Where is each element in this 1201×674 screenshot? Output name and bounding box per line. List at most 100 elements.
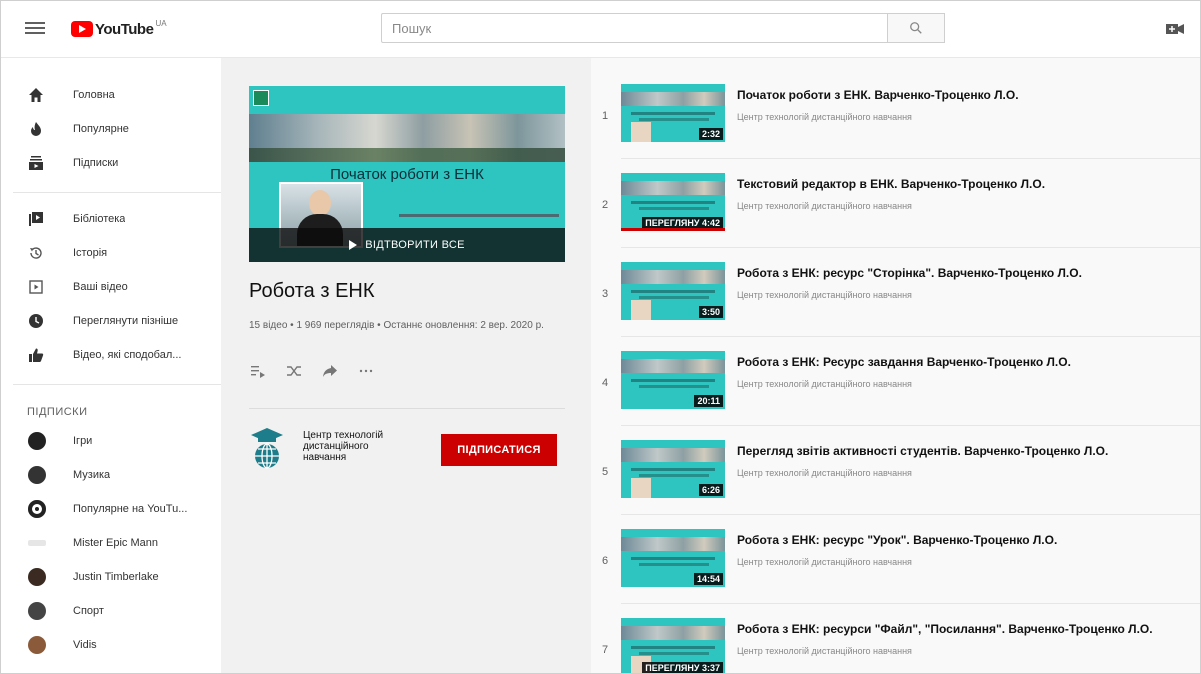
sidebar-subscription[interactable]: Музика (1, 458, 221, 492)
watch-later-icon (27, 312, 45, 330)
logo-text: YouTube (95, 20, 154, 38)
search-button[interactable] (887, 13, 945, 43)
video-thumbnail[interactable]: ПЕРЕГЛЯНУ 3:37 (621, 618, 725, 673)
sidebar-item-label: Justin Timberlake (73, 571, 159, 583)
add-to-queue-button[interactable] (249, 362, 267, 380)
sidebar-item-history[interactable]: Історія (1, 236, 221, 270)
video-channel[interactable]: Центр технологій дистанційного навчання (737, 646, 912, 656)
sidebar-subscription[interactable]: Популярне на YouTu... (1, 492, 221, 526)
thumbnail-text-line (639, 563, 709, 566)
video-title[interactable]: Робота з ЕНК: ресурс "Урок". Варченко-Тр… (737, 533, 1197, 547)
youtube-logo[interactable]: YouTube UA (71, 17, 167, 41)
search-icon (910, 22, 922, 34)
thumbnail-banner (621, 181, 725, 195)
thumbnail-text-line (631, 290, 715, 293)
liked-icon (27, 346, 45, 364)
video-channel[interactable]: Центр технологій дистанційного навчання (737, 290, 912, 300)
thumbnail-text-line (631, 201, 715, 204)
playlist-video-row[interactable]: 6 14:54 Робота з ЕНК: ресурс "Урок". Варче… (591, 503, 1200, 604)
sidebar-item-subscriptions[interactable]: Підписки (1, 146, 221, 180)
your-videos-icon (27, 278, 45, 296)
youtube-window: YouTube UA Головна Популярне Підписки (0, 0, 1201, 674)
video-channel[interactable]: Центр технологій дистанційного навчання (737, 201, 912, 211)
sidebar-item-label: Відео, які сподобал... (73, 349, 182, 361)
sidebar-subscription[interactable]: Vidis (1, 628, 221, 662)
sidebar-subscription[interactable]: Justin Timberlake (1, 560, 221, 594)
sidebar-subscription[interactable]: Mister Epic Mann (1, 526, 221, 560)
avatar (28, 466, 46, 484)
video-title[interactable]: Перегляд звітів активності студентів. Ва… (737, 444, 1197, 458)
channel-avatar[interactable] (249, 426, 285, 470)
graduation-globe-icon (251, 428, 283, 469)
subscribe-button[interactable]: ПІДПИСАТИСЯ (441, 434, 557, 466)
subscriptions-icon (27, 154, 45, 172)
avatar (28, 540, 46, 546)
video-channel[interactable]: Центр технологій дистанційного навчання (737, 379, 912, 389)
video-thumbnail[interactable]: 20:11 (621, 351, 725, 409)
video-title[interactable]: Робота з ЕНК: Ресурс завдання Варченко-Т… (737, 355, 1197, 369)
playlist-video-row[interactable]: 5 6:26 Перегляд звітів активності студенті… (591, 414, 1200, 515)
sidebar-item-label: Популярне (73, 123, 129, 135)
thumbnail-banner (621, 448, 725, 462)
video-channel[interactable]: Центр технологій дистанційного навчання (737, 557, 912, 567)
video-index: 2 (601, 199, 609, 211)
thumbnail-banner (621, 270, 725, 284)
video-duration: 14:54 (693, 573, 723, 585)
playlist-video-row[interactable]: 4 20:11 Робота з ЕНК: Ресурс завдання Варч… (591, 325, 1200, 426)
video-thumbnail[interactable]: ПЕРЕГЛЯНУ 4:42 (621, 173, 725, 231)
search-input[interactable] (381, 13, 887, 43)
video-title[interactable]: Робота з ЕНК: ресурс "Сторінка". Варченк… (737, 266, 1197, 280)
sidebar-subscription[interactable]: Ігри (1, 424, 221, 458)
avatar (28, 500, 46, 518)
thumbnail-banner (249, 114, 565, 162)
video-title[interactable]: Текстовий редактор в ЕНК. Варченко-Троце… (737, 177, 1197, 191)
sidebar-item-trending[interactable]: Популярне (1, 112, 221, 146)
thumbnail-speaker (631, 478, 651, 498)
video-channel[interactable]: Центр технологій дистанційного навчання (737, 468, 912, 478)
video-thumbnail[interactable]: 6:26 (621, 440, 725, 498)
sidebar-item-library[interactable]: Бібліотека (1, 202, 221, 236)
playlist-video-row[interactable]: 7 ПЕРЕГЛЯНУ 3:37 Робота з ЕНК: ресурси "Фа… (591, 592, 1200, 673)
more-actions-button[interactable] (357, 362, 375, 380)
sidebar-item-watch-later[interactable]: Переглянути пізніше (1, 304, 221, 338)
thumbnail-banner (621, 626, 725, 640)
video-thumbnail[interactable]: 14:54 (621, 529, 725, 587)
video-index: 1 (601, 110, 609, 122)
sidebar-subscription[interactable]: Спорт (1, 594, 221, 628)
video-channel[interactable]: Центр технологій дистанційного навчання (737, 112, 912, 122)
channel-name[interactable]: Центр технологій дистанційного навчання (303, 430, 403, 463)
search-bar (381, 13, 945, 43)
shuffle-button[interactable] (285, 362, 303, 380)
menu-icon[interactable] (25, 19, 45, 39)
play-all-button[interactable]: ВІДТВОРИТИ ВСЕ (249, 228, 565, 262)
video-index: 4 (601, 377, 609, 389)
more-icon (359, 369, 373, 373)
video-index: 3 (601, 288, 609, 300)
playlist-thumbnail[interactable]: Початок роботи з ЕНК ВІДТВОРИТИ ВСЕ (249, 86, 565, 262)
thumbnail-text-line (639, 652, 709, 655)
share-icon (323, 365, 337, 377)
sidebar-item-label: Історія (73, 247, 108, 259)
sidebar-item-home[interactable]: Головна (1, 78, 221, 112)
playlist-video-row[interactable]: 3 3:50 Робота з ЕНК: ресурс "Сторінка". Ва… (591, 236, 1200, 337)
video-duration: 6:26 (698, 484, 723, 496)
history-icon (27, 244, 45, 262)
video-title[interactable]: Робота з ЕНК: ресурси "Файл", "Посилання… (737, 622, 1197, 636)
playlist-title: Робота з ЕНК (249, 280, 375, 302)
playlist-video-row[interactable]: 2 ПЕРЕГЛЯНУ 4:42 Текстовий редактор в ЕНК.… (591, 147, 1200, 248)
sidebar-divider (13, 384, 221, 385)
video-index: 5 (601, 466, 609, 478)
share-button[interactable] (321, 362, 339, 380)
sidebar-item-your-videos[interactable]: Ваші відео (1, 270, 221, 304)
sidebar-item-liked-videos[interactable]: Відео, які сподобал... (1, 338, 221, 372)
video-title[interactable]: Початок роботи з ЕНК. Варченко-Троценко … (737, 88, 1197, 102)
thumbnail-text-line (639, 207, 709, 210)
playlist-video-row[interactable]: 1 2:32 Початок роботи з ЕНК. Варченко-Троц… (591, 58, 1200, 159)
video-thumbnail[interactable]: 3:50 (621, 262, 725, 320)
video-thumbnail[interactable]: 2:32 (621, 84, 725, 142)
playlist-stats: 15 відео • 1 969 переглядів • Останнє он… (249, 320, 544, 331)
create-video-button[interactable] (1164, 19, 1186, 39)
masthead: YouTube UA (1, 1, 1200, 58)
video-duration: 2:32 (698, 128, 723, 140)
avatar (28, 568, 46, 586)
